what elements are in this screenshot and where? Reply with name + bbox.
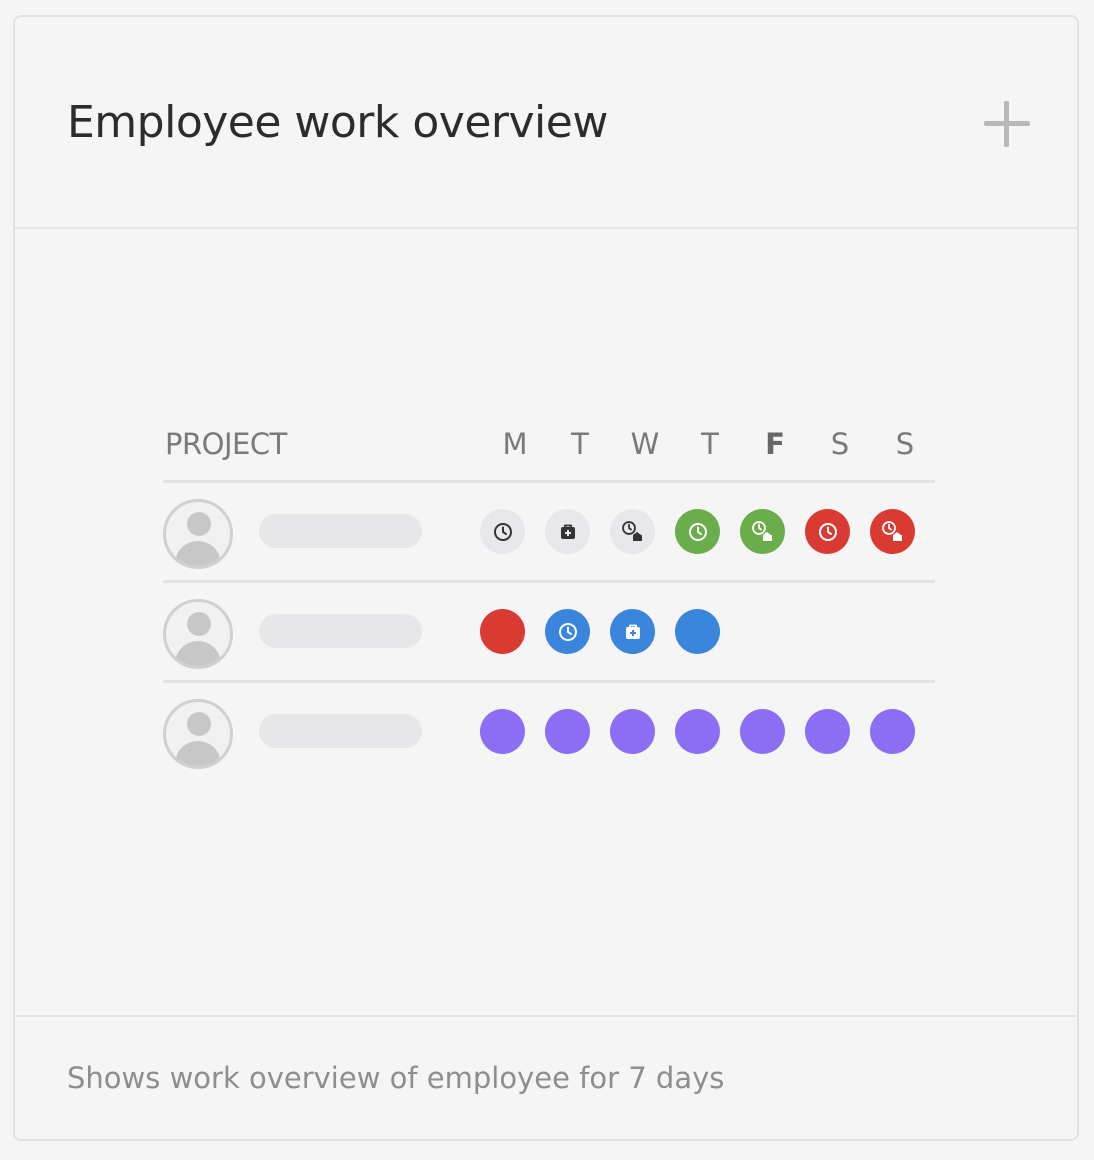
- clock-icon: [818, 522, 838, 542]
- clock-home-icon: [621, 520, 645, 544]
- status-dot-day-3[interactable]: [675, 709, 720, 754]
- table-row[interactable]: [163, 683, 935, 780]
- day-header-4: F: [765, 427, 785, 461]
- employee-work-overview-card: Employee work overview PROJECT M T W T F S S S…: [13, 15, 1079, 1141]
- table-body: [163, 483, 935, 780]
- status-dot-day-1[interactable]: [545, 609, 590, 654]
- day-header-5: S: [830, 427, 850, 461]
- work-overview-table: PROJECT M T W T F S S: [163, 425, 935, 780]
- avatar: [163, 599, 233, 669]
- clock-icon: [493, 522, 513, 542]
- table-row[interactable]: [163, 483, 935, 583]
- day-header-2: W: [630, 427, 660, 461]
- status-dot-day-6[interactable]: [870, 509, 915, 554]
- employee-name-placeholder: [259, 514, 422, 548]
- card-footer: Shows work overview of employee for 7 da…: [15, 1015, 1077, 1139]
- avatar-head: [187, 612, 211, 636]
- table-header: PROJECT M T W T F S S: [163, 425, 935, 483]
- employee-name-placeholder: [259, 714, 422, 748]
- medical-kit-icon: [558, 522, 578, 542]
- widget-title: Employee work overview: [67, 97, 608, 148]
- clock-icon: [688, 522, 708, 542]
- status-dot-day-3[interactable]: [675, 609, 720, 654]
- medical-kit-icon: [623, 622, 643, 642]
- avatar: [163, 499, 233, 569]
- clock-icon: [558, 622, 578, 642]
- footer-description: Shows work overview of employee for 7 da…: [67, 1061, 725, 1095]
- day-header-1: T: [571, 427, 589, 461]
- employee-name-placeholder: [259, 614, 422, 648]
- clock-home-icon: [881, 520, 905, 544]
- status-dot-day-2[interactable]: [610, 709, 655, 754]
- status-dot-day-2[interactable]: [610, 509, 655, 554]
- avatar-body: [175, 641, 221, 666]
- status-dot-day-1[interactable]: [545, 709, 590, 754]
- status-dot-day-6[interactable]: [870, 709, 915, 754]
- table-row[interactable]: [163, 583, 935, 683]
- plus-icon[interactable]: [984, 101, 1030, 147]
- avatar-body: [175, 741, 221, 766]
- status-dot-day-0[interactable]: [480, 709, 525, 754]
- day-header-3: T: [701, 427, 719, 461]
- day-header-6: S: [895, 427, 915, 461]
- status-dot-day-0[interactable]: [480, 509, 525, 554]
- status-dot-day-4[interactable]: [740, 709, 785, 754]
- card-header: Employee work overview: [15, 17, 1077, 229]
- avatar-body: [175, 541, 221, 566]
- status-dot-day-5[interactable]: [805, 709, 850, 754]
- status-dot-day-4[interactable]: [740, 509, 785, 554]
- status-dot-day-5[interactable]: [805, 509, 850, 554]
- status-dot-day-2[interactable]: [610, 609, 655, 654]
- status-dot-day-3[interactable]: [675, 509, 720, 554]
- status-dot-day-1[interactable]: [545, 509, 590, 554]
- project-column-header: PROJECT: [165, 427, 287, 461]
- status-dot-day-0[interactable]: [480, 609, 525, 654]
- avatar-head: [187, 712, 211, 736]
- avatar: [163, 699, 233, 769]
- day-header-0: M: [502, 427, 528, 461]
- avatar-head: [187, 512, 211, 536]
- clock-home-icon: [751, 520, 775, 544]
